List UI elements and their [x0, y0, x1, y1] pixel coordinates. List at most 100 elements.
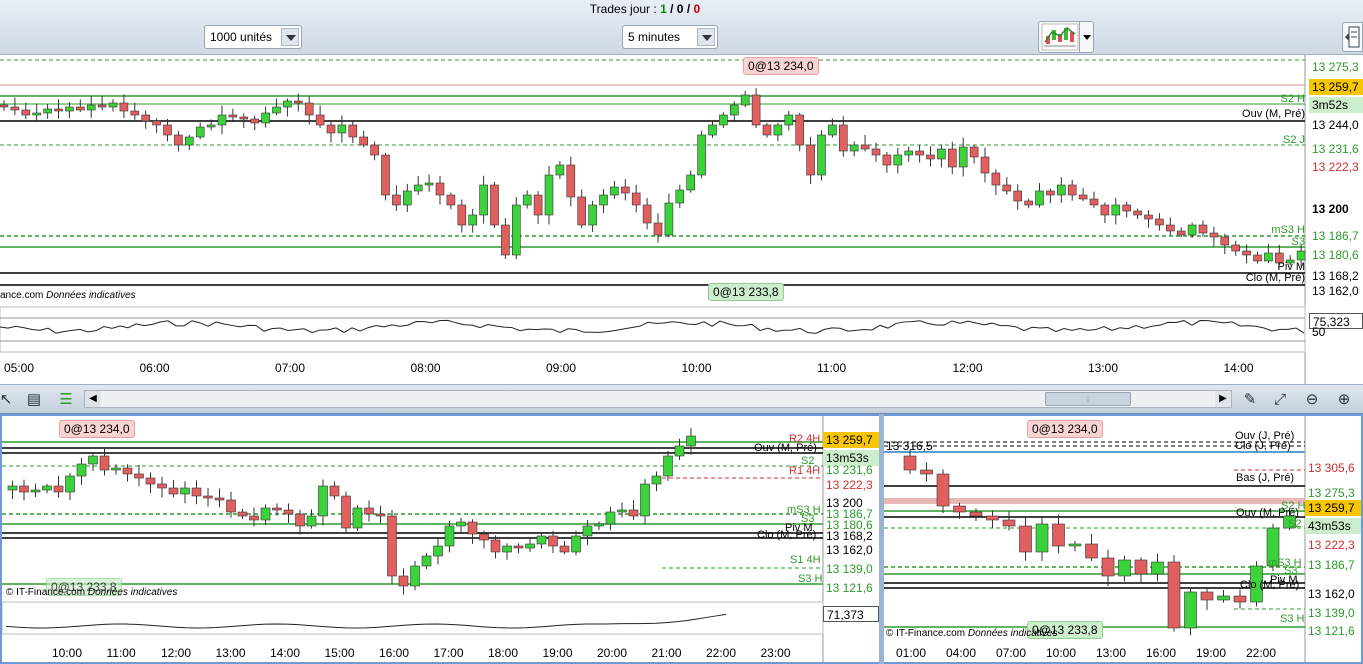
candle [295, 513, 305, 527]
candle [86, 104, 96, 111]
candle [134, 473, 144, 479]
time-axis-tick: 10:00 [1046, 646, 1077, 660]
order-tag-top[interactable]: 0@13 234,0 [59, 420, 135, 438]
candle [582, 525, 593, 537]
chevron-down-icon[interactable] [697, 28, 715, 46]
zoom-out-icon[interactable]: ⊖ [1302, 389, 1322, 409]
candle [1134, 559, 1148, 575]
line-label: Clo (M, Pré) [1245, 272, 1305, 284]
candle [375, 513, 386, 517]
main-chart-canvas[interactable] [0, 55, 1363, 384]
candle [348, 124, 358, 138]
scroll-right-icon[interactable]: ▶ [1215, 391, 1231, 407]
candle [642, 204, 652, 224]
candle-timer: 3m52s [1309, 97, 1363, 113]
quantity-select[interactable]: 1000 unités [204, 25, 302, 49]
candle [163, 124, 172, 136]
chart-scrollbar[interactable]: ◀ ⦙ ▶ [84, 390, 1232, 408]
candle [502, 545, 512, 553]
candle [141, 114, 150, 122]
time-axis-tick: 16:00 [379, 646, 410, 660]
candle [675, 189, 685, 204]
chart-4h-canvas[interactable] [2, 416, 879, 664]
chart-daily-canvas[interactable] [884, 416, 1363, 664]
candle [185, 136, 194, 146]
zoom-fit-icon[interactable]: ⤢ [1270, 389, 1290, 409]
scroll-thumb[interactable]: ⦙ [1045, 392, 1131, 406]
order-tag-top[interactable]: 0@13 234,0 [1027, 420, 1103, 438]
candle [329, 485, 340, 497]
indicator-area [2, 601, 824, 635]
candle [30, 489, 41, 493]
candle [410, 565, 420, 587]
candle [729, 104, 739, 116]
candle [111, 467, 121, 471]
drawing-tool-icon[interactable]: ✎ [1240, 389, 1260, 409]
order-tag-bottom[interactable]: 0@13 233,8 [708, 283, 784, 301]
line-label: mS3 H [1271, 224, 1305, 236]
candle [88, 455, 98, 465]
price-axis-label: 13 200 [1312, 202, 1349, 216]
current-price: 13 259,7 [1305, 500, 1361, 516]
time-axis-tick: 05:00 [4, 361, 35, 375]
price-axis-label: 13 244,0 [1312, 118, 1359, 132]
candle [65, 475, 75, 493]
candle [762, 124, 772, 136]
candle [122, 467, 133, 475]
chart-pane-4h[interactable]: 0@13 234,0 0@13 233,8 © IT-Finance.com D… [0, 414, 879, 664]
line-label: S3 H [798, 573, 823, 585]
candle [1035, 190, 1044, 206]
main-chart-pane[interactable]: 0@13 234,0 0@13 233,8 ance.com Données i… [0, 55, 1363, 384]
cursor-icon[interactable]: ↖ [0, 389, 16, 409]
side-panel-button[interactable] [1342, 22, 1363, 52]
line-label: Clo (J, Pré) [1235, 440, 1291, 452]
line-label: R1 4H [789, 465, 821, 477]
candle [555, 164, 565, 176]
candle [392, 194, 401, 206]
candle [1233, 595, 1247, 603]
interval-select[interactable]: 5 minutes [622, 25, 718, 49]
list-icon[interactable]: ▤ [24, 389, 44, 409]
indicator-icon[interactable]: ☰ [56, 389, 76, 409]
candlestick-chart-icon [1041, 23, 1079, 51]
line-label: S2 H [1280, 93, 1305, 105]
candle [664, 202, 674, 236]
candle [893, 154, 903, 166]
chart-pane-daily[interactable]: 13 316,5 0@13 234,0 0@13 233,8 © IT-Fina… [884, 414, 1363, 664]
candle [937, 148, 946, 160]
candle [663, 455, 673, 477]
zoom-in-icon[interactable]: ⊕ [1334, 389, 1354, 409]
candle [421, 555, 432, 567]
trades-win-count: 1 [660, 2, 667, 16]
trades-loss-count: 0 [693, 2, 701, 16]
top-left-value: 13 316,5 [886, 439, 933, 453]
chevron-down-icon[interactable] [1079, 22, 1093, 52]
scroll-left-icon[interactable]: ◀ [85, 391, 101, 407]
time-axis-tick: 16:00 [1146, 646, 1177, 660]
candle [1167, 561, 1181, 629]
candle [261, 112, 270, 124]
time-axis-tick: 10:00 [681, 361, 712, 375]
trades-label: Trades jour : [589, 2, 657, 16]
current-price: 13 259,7 [823, 432, 879, 448]
chart-toolbar: ↖ ▤ ☰ ◀ ⦙ ▶ ✎ ⤢ ⊖ ⊕ [0, 384, 1363, 414]
candle [1101, 557, 1115, 577]
trades-sep: / [670, 2, 674, 16]
trades-sep: / [686, 2, 691, 16]
candle [99, 455, 110, 471]
chart-type-button[interactable] [1038, 21, 1094, 53]
candle [511, 204, 521, 256]
candle [446, 194, 456, 206]
data-note: Données indicatives [46, 290, 136, 301]
candle [719, 114, 728, 126]
candle [152, 120, 161, 126]
candle [1100, 204, 1110, 216]
order-tag-top[interactable]: 0@13 234,0 [743, 57, 819, 75]
candle [145, 477, 156, 485]
candle [337, 124, 347, 134]
chevron-down-icon[interactable] [281, 28, 299, 46]
time-axis-tick: 22:00 [1246, 646, 1277, 660]
price-axis-label: 13 139,0 [1308, 606, 1355, 620]
candle [882, 154, 892, 166]
candle [1024, 200, 1033, 206]
